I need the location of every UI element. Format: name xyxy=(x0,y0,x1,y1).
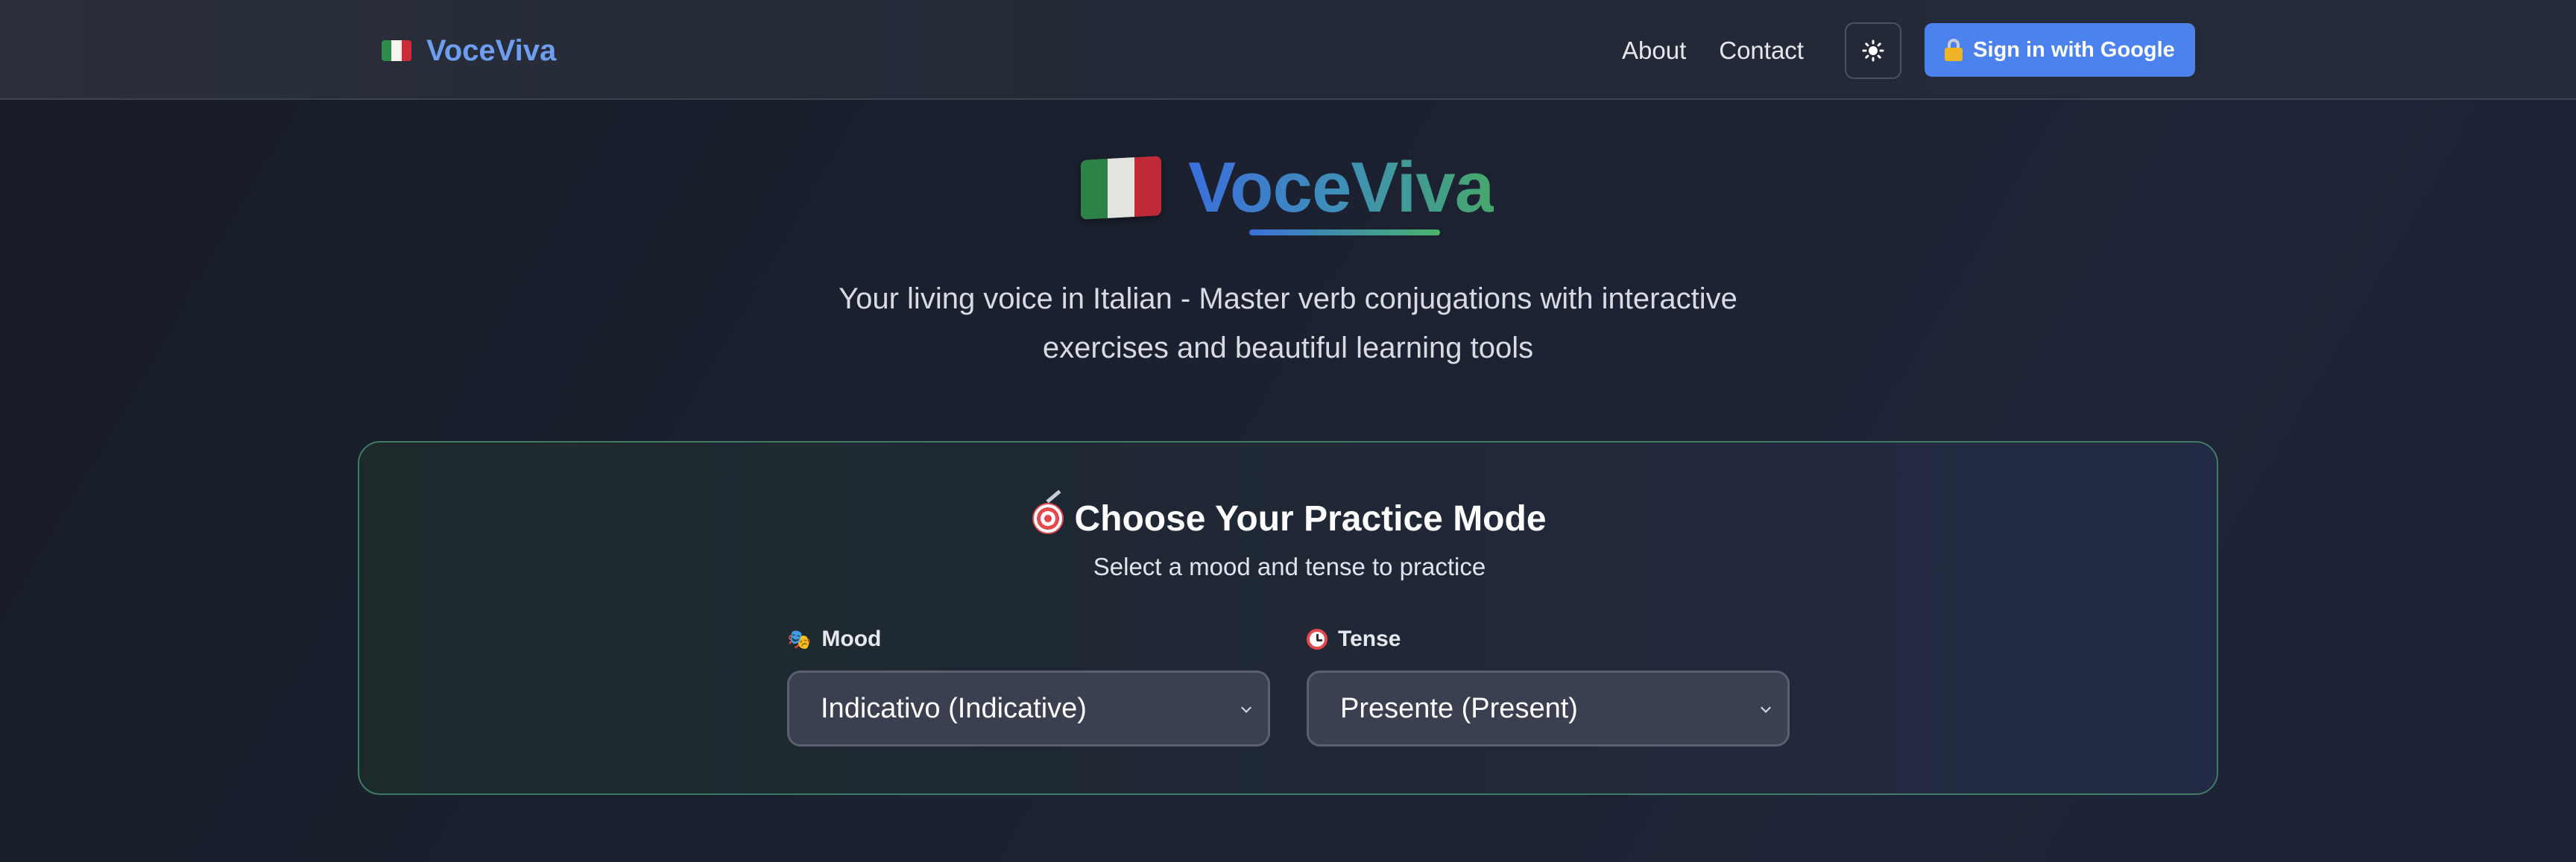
hero-subtitle-line-2: exercises and beautiful learning tools xyxy=(1042,332,1534,364)
tense-select-value: Presente (Present) xyxy=(1340,692,1578,724)
hero-title: VoceViva xyxy=(1188,148,1494,227)
tense-select[interactable]: Presente (Present) xyxy=(1307,671,1790,747)
nav-links: About Contact xyxy=(1622,30,1804,72)
practice-mode-title: Choose Your Practice Mode xyxy=(359,496,2220,541)
mood-label: 🎭 Mood xyxy=(787,624,881,654)
hero-subtitle: Your living voice in Italian - Master ve… xyxy=(804,274,1772,373)
alarm-clock-icon xyxy=(1307,629,1328,650)
tense-label-text: Tense xyxy=(1338,627,1401,651)
theme-toggle-button[interactable] xyxy=(1845,22,1901,79)
hero-subtitle-line-1: Your living voice in Italian - Master ve… xyxy=(839,282,1737,315)
nav-link-about[interactable]: About xyxy=(1622,37,1686,65)
practice-mode-title-text: Choose Your Practice Mode xyxy=(1074,498,1547,539)
navbar: VoceViva About Contact Sign in with Goog… xyxy=(0,0,2576,100)
hero-title-row: VoceViva xyxy=(1081,143,1494,232)
sun-icon xyxy=(1862,39,1884,62)
theater-masks-icon: 🎭 xyxy=(787,627,812,650)
practice-mode-card: Choose Your Practice Mode Select a mood … xyxy=(358,441,2218,795)
italy-flag-icon xyxy=(1081,156,1161,220)
lock-with-key-icon xyxy=(1945,39,1963,61)
tense-label: Tense xyxy=(1307,624,1401,654)
target-icon xyxy=(1032,503,1064,534)
brand-name: VoceViva xyxy=(426,34,557,67)
nav-link-contact[interactable]: Contact xyxy=(1719,37,1804,65)
chevron-down-icon xyxy=(1241,703,1251,713)
sign-in-google-button[interactable]: Sign in with Google xyxy=(1925,23,2195,77)
italy-flag-icon xyxy=(382,40,411,61)
brand-logo[interactable]: VoceViva xyxy=(382,30,556,72)
chevron-down-icon xyxy=(1761,703,1771,713)
mood-label-text: Mood xyxy=(821,627,882,651)
title-underline xyxy=(1249,229,1440,235)
sign-in-label: Sign in with Google xyxy=(1973,37,2175,62)
practice-mode-subtitle: Select a mood and tense to practice xyxy=(1093,553,1486,580)
mood-select[interactable]: Indicativo (Indicative) xyxy=(787,671,1270,747)
mood-select-value: Indicativo (Indicative) xyxy=(821,692,1087,724)
